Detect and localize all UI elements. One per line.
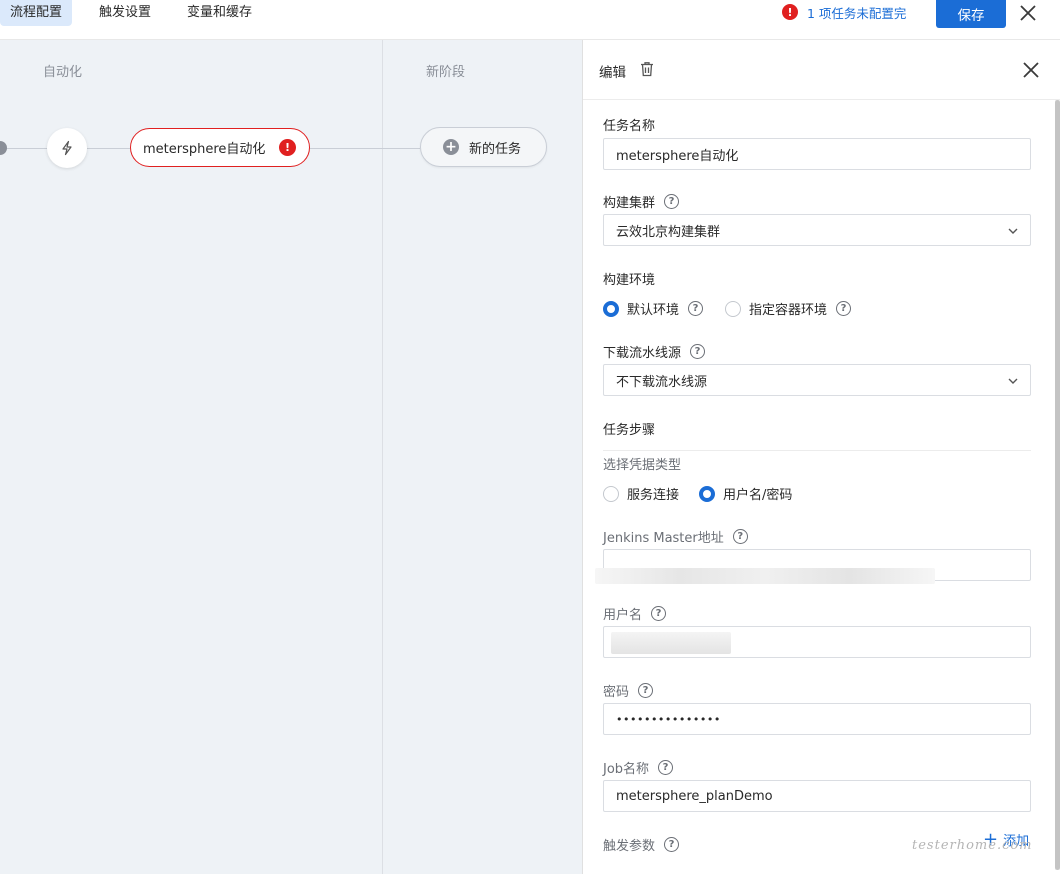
unconfigured-warning[interactable]: ! 1 项任务未配置完: [782, 2, 906, 22]
help-icon[interactable]: ?: [836, 301, 852, 316]
plus-circle-icon: +: [443, 139, 459, 155]
new-stage-title[interactable]: 新阶段: [426, 61, 465, 80]
trigger-node[interactable]: [47, 128, 87, 168]
radio-checked: [699, 485, 716, 502]
help-icon[interactable]: ?: [664, 194, 680, 209]
tab-trigger-settings[interactable]: 触发设置: [89, 0, 161, 26]
help-icon[interactable]: ?: [664, 837, 680, 852]
stage-title[interactable]: 自动化: [43, 61, 82, 80]
top-bar: 流程配置 触发设置 变量和缓存 ! 1 项任务未配置完 保存: [0, 0, 1060, 40]
env-default-radio[interactable]: 默认环境 ?: [603, 299, 704, 318]
env-container-radio[interactable]: 指定容器环境 ?: [725, 299, 852, 318]
credential-type-label: 选择凭据类型: [603, 458, 682, 473]
build-env-radio-group: 默认环境 ? 指定容器环境 ?: [603, 299, 852, 318]
radio-checked: [603, 300, 619, 317]
download-source-label: 下载流水线源 ?: [603, 342, 706, 361]
trash-icon[interactable]: [638, 60, 656, 78]
task-node-metersphere[interactable]: metersphere自动化 !: [130, 128, 310, 167]
section-divider: [603, 450, 1031, 451]
cred-username-password-radio[interactable]: 用户名/密码: [699, 484, 792, 503]
source-node-stub[interactable]: [0, 141, 7, 155]
close-icon[interactable]: [1017, 2, 1039, 24]
chevron-down-icon: [1008, 378, 1018, 384]
job-name-input[interactable]: metersphere_planDemo: [603, 780, 1031, 812]
stage-divider: [382, 40, 383, 874]
redacted-value: [611, 632, 731, 654]
task-name-label: 任务名称: [603, 119, 656, 134]
chevron-down-icon: [1008, 228, 1018, 234]
connector-line: [310, 148, 420, 149]
task-node-label: metersphere自动化: [143, 142, 266, 157]
password-label: 密码 ?: [603, 681, 654, 700]
tab-variables-cache[interactable]: 变量和缓存: [177, 0, 262, 26]
new-task-label: 新的任务: [469, 141, 522, 157]
help-icon[interactable]: ?: [688, 301, 704, 316]
credential-type-radio-group: 服务连接 用户名/密码: [603, 484, 792, 503]
username-label: 用户名 ?: [603, 604, 667, 623]
lightning-icon: [62, 140, 72, 156]
download-source-select[interactable]: 不下载流水线源: [603, 364, 1031, 396]
redacted-value: [595, 568, 935, 584]
help-icon[interactable]: ?: [732, 529, 748, 544]
error-icon: !: [782, 4, 798, 20]
trigger-params-label: 触发参数 ?: [603, 835, 680, 854]
error-icon: !: [279, 139, 296, 156]
password-input[interactable]: •••••••••••••••: [603, 703, 1031, 735]
cred-service-connection-radio[interactable]: 服务连接: [603, 484, 679, 503]
scrollbar-thumb[interactable]: [1055, 100, 1060, 870]
watermark: testerhome.com: [912, 838, 1033, 853]
warning-text: 1 项任务未配置完: [807, 5, 907, 21]
new-task-button[interactable]: + 新的任务: [420, 127, 547, 167]
help-icon[interactable]: ?: [651, 606, 667, 621]
help-icon[interactable]: ?: [638, 683, 654, 698]
radio-unchecked: [725, 300, 742, 317]
help-icon[interactable]: ?: [690, 344, 706, 359]
task-steps-label: 任务步骤: [603, 423, 656, 438]
task-name-input[interactable]: metersphere自动化: [603, 138, 1031, 170]
close-icon[interactable]: [1020, 59, 1042, 81]
connector-line: [87, 148, 130, 149]
jenkins-master-label: Jenkins Master地址 ?: [603, 527, 748, 546]
tab-pipeline-config[interactable]: 流程配置: [0, 0, 73, 26]
pipeline-canvas: 自动化 新阶段 metersphere自动化 ! + 新的任务: [0, 40, 582, 874]
build-cluster-select[interactable]: 云效北京构建集群: [603, 214, 1031, 246]
build-cluster-label: 构建集群 ?: [603, 192, 680, 211]
save-button[interactable]: 保存: [936, 0, 1006, 28]
radio-unchecked: [603, 485, 619, 502]
panel-title: 编辑: [599, 65, 626, 81]
job-name-label: Job名称 ?: [603, 758, 674, 777]
build-env-label: 构建环境: [603, 273, 656, 288]
help-icon[interactable]: ?: [658, 760, 674, 775]
panel-header: 编辑: [583, 40, 1060, 100]
connector-line: [0, 148, 47, 149]
edit-panel: 编辑 任务名称 metersphere自动化 构建集群 ? 云效北京构建集群 构…: [582, 40, 1060, 874]
